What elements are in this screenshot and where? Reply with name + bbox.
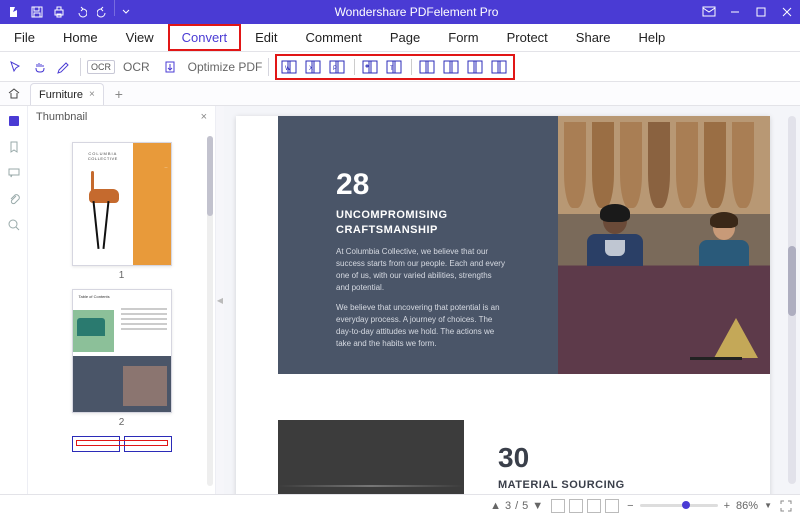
app-logo-icon xyxy=(4,0,26,24)
to-image-icon[interactable] xyxy=(360,55,382,79)
to-excel-icon[interactable]: X xyxy=(303,55,325,79)
bookmark-icon[interactable] xyxy=(5,138,23,156)
svg-text:X: X xyxy=(309,66,313,72)
document-tab-bar: Furniture × + xyxy=(0,82,800,106)
zoom-in-icon[interactable]: + xyxy=(724,500,730,512)
to-word-icon[interactable]: W xyxy=(279,55,301,79)
article-photo xyxy=(558,116,770,374)
page-total: 5 xyxy=(522,500,528,512)
view-continuous-icon[interactable] xyxy=(569,499,583,513)
document-tab[interactable]: Furniture × xyxy=(30,83,104,105)
zoom-slider[interactable] xyxy=(640,504,718,507)
zoom-out-icon[interactable]: − xyxy=(627,500,633,512)
to-ppt-icon[interactable]: P xyxy=(327,55,349,79)
thumbnail-close-icon[interactable]: × xyxy=(201,111,207,123)
thumbnail-1[interactable]: COLUMBIACOLLECTIVE — 1 xyxy=(70,142,174,281)
svg-text:W: W xyxy=(285,66,291,72)
view-single-icon[interactable] xyxy=(551,499,565,513)
body-paragraph: We believe that uncovering that potentia… xyxy=(336,302,506,350)
view-cont-facing-icon[interactable] xyxy=(605,499,619,513)
print-icon[interactable] xyxy=(48,0,70,24)
page-canvas: 28 UNCOMPROMISINGCRAFTSMANSHIP At Columb… xyxy=(236,116,770,494)
to-rtf-icon[interactable] xyxy=(465,55,487,79)
quickbar-dropdown-icon[interactable] xyxy=(115,0,137,24)
tab-label: Furniture xyxy=(39,89,83,101)
ocr-label[interactable]: OCR xyxy=(123,60,150,74)
app-title: Wondershare PDFelement Pro xyxy=(137,5,696,19)
thumbnails-icon[interactable] xyxy=(5,112,23,130)
home-icon[interactable] xyxy=(0,81,28,105)
tab-close-icon[interactable]: × xyxy=(89,89,95,100)
edit-tool-icon[interactable] xyxy=(54,57,74,77)
svg-text:T: T xyxy=(390,66,394,72)
collapse-handle[interactable]: ◀ xyxy=(216,106,224,494)
zoom-dropdown-icon[interactable]: ▼ xyxy=(764,501,772,510)
toolbar: OCR OCR Optimize PDF W X P T xyxy=(0,52,800,82)
close-button[interactable] xyxy=(774,0,800,24)
optimize-label[interactable]: Optimize PDF xyxy=(188,60,263,74)
ocr-badge: OCR xyxy=(87,60,115,74)
thumbnail-number: 2 xyxy=(70,417,174,428)
to-html-icon[interactable] xyxy=(417,55,439,79)
convert-toolbar-highlight: W X P T xyxy=(275,54,515,80)
heading-text: UNCOMPROMISINGCRAFTSMANSHIP xyxy=(336,208,448,239)
heading-number: 28 xyxy=(336,168,369,202)
save-icon[interactable] xyxy=(26,0,48,24)
document-viewport[interactable]: 28 UNCOMPROMISINGCRAFTSMANSHIP At Columb… xyxy=(224,106,800,494)
redo-icon[interactable] xyxy=(92,0,114,24)
hand-tool-icon[interactable] xyxy=(30,57,50,77)
page-navigator[interactable]: ▲ 3 / 5 ▼ xyxy=(490,500,543,512)
menu-protect[interactable]: Protect xyxy=(493,24,562,51)
menu-help[interactable]: Help xyxy=(625,24,680,51)
status-bar: ▲ 3 / 5 ▼ − + 86% ▼ xyxy=(0,494,800,516)
comments-icon[interactable] xyxy=(5,164,23,182)
thumbnail-scrollbar[interactable] xyxy=(207,136,213,486)
svg-text:P: P xyxy=(333,66,337,72)
thumbnail-2[interactable]: Table of Contents 2 xyxy=(70,289,174,428)
side-rail xyxy=(0,106,28,494)
page-current: 3 xyxy=(505,500,511,512)
menu-form[interactable]: Form xyxy=(434,24,492,51)
menu-comment[interactable]: Comment xyxy=(292,24,376,51)
thumbnail-title: Thumbnail xyxy=(36,111,87,123)
title-bar: Wondershare PDFelement Pro xyxy=(0,0,800,24)
menu-page[interactable]: Page xyxy=(376,24,434,51)
menu-bar: File Home View Convert Edit Comment Page… xyxy=(0,24,800,52)
menu-view[interactable]: View xyxy=(112,24,168,51)
fullscreen-icon[interactable] xyxy=(780,500,792,512)
attachment-icon[interactable] xyxy=(5,190,23,208)
undo-icon[interactable] xyxy=(70,0,92,24)
heading-number: 30 xyxy=(498,442,529,474)
view-facing-icon[interactable] xyxy=(587,499,601,513)
body-paragraph: At Columbia Collective, we believe that … xyxy=(336,246,506,294)
menu-home[interactable]: Home xyxy=(49,24,112,51)
heading-text: MATERIAL SOURCINGAND TREATMENT xyxy=(498,478,625,494)
menu-convert[interactable]: Convert xyxy=(168,24,242,51)
new-tab-button[interactable]: + xyxy=(108,83,130,105)
zoom-control: − + 86% ▼ xyxy=(627,500,772,512)
page-up-icon[interactable]: ▲ xyxy=(490,500,501,512)
thumbnail-3-partial[interactable] xyxy=(72,436,172,452)
to-pdfa-icon[interactable] xyxy=(489,55,511,79)
menu-file[interactable]: File xyxy=(0,24,49,51)
select-tool-icon[interactable] xyxy=(6,57,26,77)
menu-share[interactable]: Share xyxy=(562,24,625,51)
thumbnail-panel: Thumbnail × COLUMBIACOLLECTIVE — 1 Table… xyxy=(28,106,216,494)
thumbnail-number: 1 xyxy=(70,270,174,281)
maximize-button[interactable] xyxy=(748,0,774,24)
minimize-button[interactable] xyxy=(722,0,748,24)
article-photo-2 xyxy=(278,420,464,494)
to-epub-icon[interactable] xyxy=(441,55,463,79)
to-text-icon[interactable]: T xyxy=(384,55,406,79)
search-icon[interactable] xyxy=(5,216,23,234)
zoom-value: 86% xyxy=(736,500,758,512)
mail-icon[interactable] xyxy=(696,0,722,24)
document-scrollbar[interactable] xyxy=(788,116,796,484)
page-down-icon[interactable]: ▼ xyxy=(532,500,543,512)
menu-edit[interactable]: Edit xyxy=(241,24,291,51)
optimize-icon[interactable] xyxy=(160,57,180,77)
